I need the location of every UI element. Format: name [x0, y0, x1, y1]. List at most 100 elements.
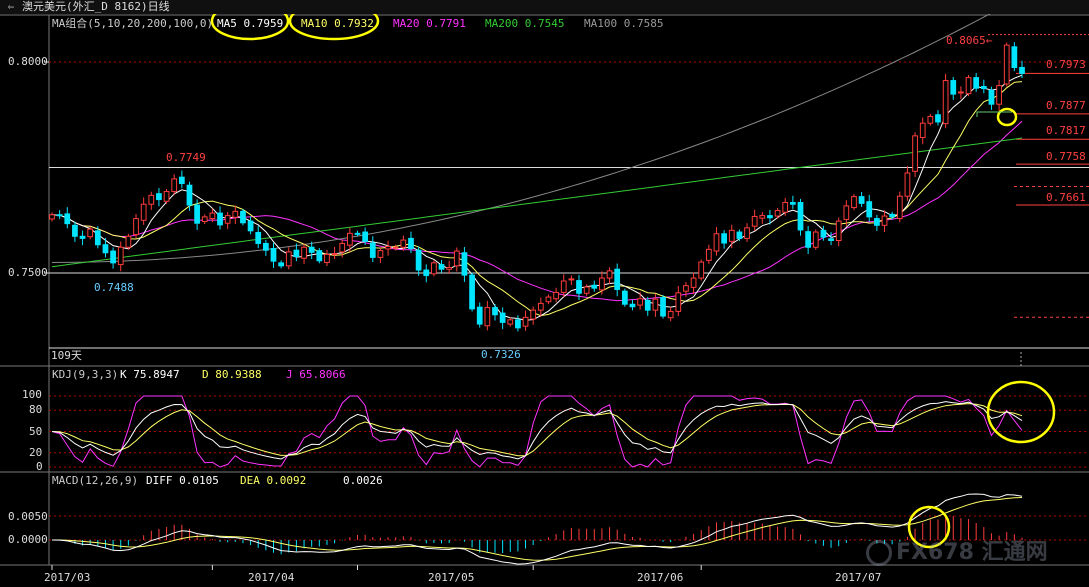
candle-body — [851, 196, 857, 209]
candle-body — [201, 216, 208, 223]
highlight-circles — [210, 1, 1056, 549]
kdj-tick-20: 20 — [29, 446, 43, 459]
candle-body — [965, 77, 972, 95]
menu-icon[interactable]: ⇐ — [0, 0, 22, 14]
window-title: 澳元美元(外汇_D 8162)日线 — [22, 0, 170, 13]
macd-tick-0000: 0.0000 — [8, 533, 48, 546]
ma10-line — [51, 81, 1023, 317]
candle-body — [316, 250, 323, 262]
x-tick-jul: 2017/07 — [835, 571, 882, 584]
ma10-label: MA10 0.7932 — [301, 17, 374, 30]
ma5-line — [51, 74, 1023, 321]
candle-body — [805, 231, 812, 248]
candle-body — [560, 280, 567, 293]
macd-tick-0050: 0.0050 — [8, 510, 48, 523]
kdj-k-value: K 75.8947 — [120, 368, 180, 381]
candle-body — [896, 195, 903, 220]
candle-body — [835, 220, 842, 242]
y-tick-bottom: 0.7500 — [8, 266, 48, 279]
ma5-label: MA5 0.7959 — [217, 17, 284, 30]
candle-body — [125, 235, 132, 248]
candle-body — [782, 202, 789, 213]
candle-body — [415, 249, 422, 271]
candle-body — [797, 202, 804, 231]
candle-body — [308, 246, 315, 253]
candle-body — [599, 277, 605, 291]
high-annotation: 0.7749 — [166, 151, 206, 164]
x-tick-jun: 2017/06 — [637, 571, 684, 584]
candle-body — [339, 242, 346, 253]
candle-body — [583, 286, 590, 294]
candle-body — [171, 178, 178, 193]
candle-body — [935, 114, 941, 123]
candle-body — [72, 224, 78, 237]
candle-body — [927, 115, 934, 124]
watermark-text: FX678 汇通网 — [896, 540, 1048, 565]
main-legend: MA组合(5,10,20,200,100,0) — [52, 17, 213, 31]
candle-body — [133, 218, 139, 236]
candle-body — [270, 248, 277, 262]
candle-body — [958, 91, 964, 94]
candle-body — [591, 284, 598, 289]
candle-body — [285, 251, 292, 267]
candle-body — [324, 253, 330, 263]
period-badge: 109天 — [51, 349, 82, 362]
low-annotation-march: 0.7488 — [94, 281, 134, 294]
candle-body — [476, 306, 483, 325]
candle-body — [660, 296, 666, 317]
candle-body — [866, 201, 873, 218]
ma20-label: MA20 0.7791 — [393, 17, 466, 30]
candle-body — [247, 220, 254, 232]
candle-body — [950, 80, 957, 95]
watermark: FX678 汇通网 — [866, 538, 1048, 568]
candle-body — [705, 248, 712, 261]
price-level-5: 0.7661 — [1046, 191, 1086, 204]
candle-body — [690, 277, 697, 288]
highlight-circle — [996, 107, 1018, 127]
candle-body — [881, 215, 888, 226]
candle-body — [767, 215, 773, 219]
ma200-label: MA200 0.7545 — [485, 17, 565, 30]
candle-body — [347, 232, 353, 246]
kdj-j-line — [51, 395, 1023, 468]
candle-body — [469, 274, 475, 310]
candle-body — [156, 193, 162, 201]
candle-body — [400, 239, 407, 248]
candle-body — [499, 312, 506, 323]
candle-body — [64, 213, 71, 225]
candle-body — [408, 237, 414, 250]
kdj-tick-50: 50 — [29, 425, 43, 438]
candle-body — [209, 212, 216, 220]
candle-body — [744, 227, 750, 239]
candle-body — [301, 246, 307, 259]
price-level-4: 0.7758 — [1046, 150, 1086, 163]
candle-body — [728, 229, 735, 242]
candle-body — [629, 303, 636, 308]
candle-body — [568, 278, 575, 281]
candle-body — [988, 89, 995, 105]
candle-body — [392, 246, 399, 249]
arrow-left-icon: ← — [985, 34, 993, 47]
kdj-tick-0: 0 — [36, 460, 43, 473]
candle-body — [736, 231, 743, 239]
candle-body — [698, 261, 705, 279]
price-level-3: 0.7817 — [1046, 124, 1086, 137]
chart-canvas — [0, 0, 1089, 570]
candle-body — [423, 269, 430, 277]
macd-diff-value: DIFF 0.0105 — [146, 474, 219, 487]
candle-body — [240, 210, 246, 224]
candle-body — [828, 238, 834, 242]
candle-body — [919, 122, 926, 139]
candle-body — [224, 215, 231, 224]
ma-group-label: MA组合(5,10,20,200,100,0) — [52, 17, 214, 30]
candle-body — [255, 231, 262, 244]
ma100-label: MA100 0.7585 — [584, 17, 664, 30]
kdj-lines — [51, 395, 1023, 468]
candle-body — [217, 212, 223, 226]
candle-body — [874, 218, 880, 226]
candle-body — [980, 85, 987, 90]
candle-body — [507, 319, 514, 325]
candle-body — [49, 214, 55, 220]
candle-body — [812, 231, 819, 248]
candle-body — [377, 250, 384, 258]
